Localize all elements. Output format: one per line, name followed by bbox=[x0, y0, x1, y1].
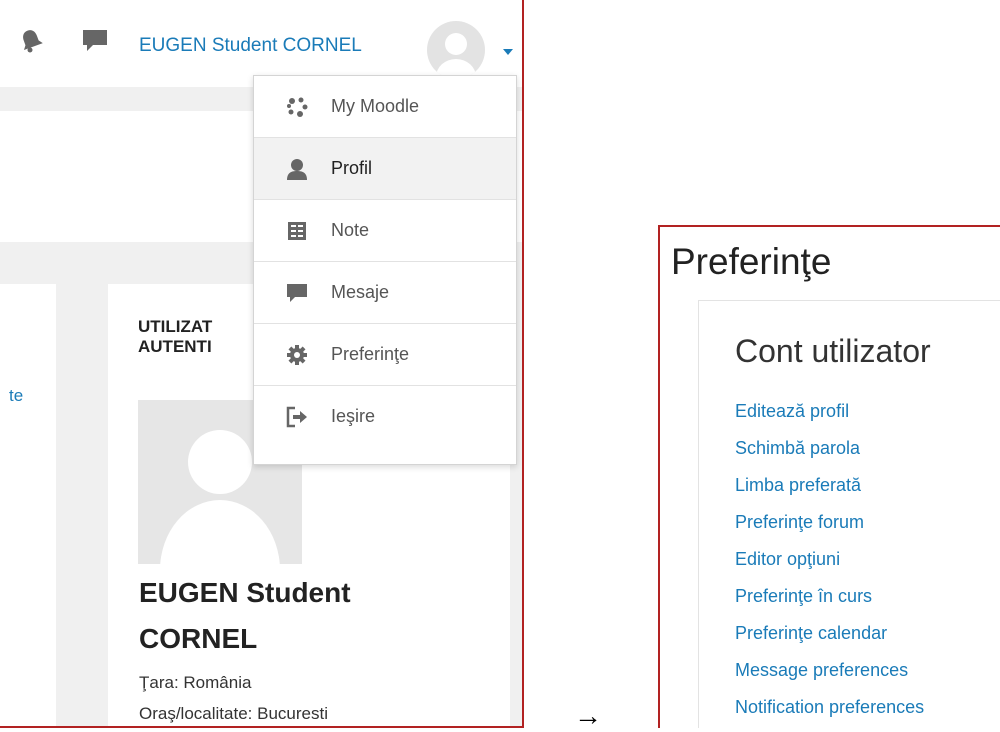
link-editor-preferences[interactable]: Editor opţiuni bbox=[735, 549, 840, 570]
moodle-icon bbox=[286, 96, 308, 118]
top-navbar: EUGEN Student CORNEL bbox=[0, 0, 522, 87]
user-full-name[interactable]: EUGEN Student CORNEL bbox=[139, 570, 351, 662]
user-menu-name[interactable]: EUGEN Student CORNEL bbox=[139, 35, 362, 57]
menu-item-note[interactable]: Note bbox=[254, 200, 516, 262]
user-country: Ţara: România bbox=[139, 673, 252, 692]
menu-item-preferinte[interactable]: Preferinţe bbox=[254, 324, 516, 386]
user-name-line2: CORNEL bbox=[139, 623, 258, 654]
menu-item-label: Ieşire bbox=[331, 406, 376, 426]
logout-icon bbox=[286, 406, 308, 428]
link-message-preferences[interactable]: Message preferences bbox=[735, 660, 908, 681]
link-preferred-language[interactable]: Limba preferată bbox=[735, 475, 861, 496]
block-title-line1: UTILIZAT bbox=[138, 317, 213, 336]
column-gap bbox=[56, 284, 108, 726]
link-change-password[interactable]: Schimbă parola bbox=[735, 438, 860, 459]
block-title: UTILIZAT AUTENTI bbox=[138, 317, 258, 357]
page-title: Preferinţe bbox=[671, 241, 832, 282]
left-block-link[interactable]: te bbox=[9, 386, 23, 406]
left-block bbox=[0, 284, 56, 726]
moodle-dashboard-screenshot: EUGEN Student CORNEL te UTILIZAT AUTENTI… bbox=[0, 0, 524, 728]
link-course-preferences[interactable]: Preferinţe în curs bbox=[735, 586, 872, 607]
caret-down-icon[interactable] bbox=[502, 43, 514, 61]
menu-item-mesaje[interactable]: Mesaje bbox=[254, 262, 516, 324]
gear-icon bbox=[286, 344, 308, 366]
menu-item-iesire[interactable]: Ieşire bbox=[254, 386, 516, 448]
menu-item-profil[interactable]: Profil bbox=[254, 138, 516, 200]
link-calendar-preferences[interactable]: Preferinţe calendar bbox=[735, 623, 887, 644]
block-title-line2: AUTENTI bbox=[138, 337, 212, 356]
user-dropdown-menu: My Moodle Profil Note Mesaje Preferinţe … bbox=[253, 75, 517, 465]
link-forum-preferences[interactable]: Preferinţe forum bbox=[735, 512, 864, 533]
section-title: Cont utilizator bbox=[735, 333, 931, 369]
chat-icon[interactable] bbox=[82, 28, 108, 59]
user-icon bbox=[286, 158, 308, 180]
grades-icon bbox=[286, 220, 308, 242]
bell-icon[interactable] bbox=[19, 28, 43, 59]
user-name-line1: EUGEN Student bbox=[139, 577, 351, 608]
link-notification-preferences[interactable]: Notification preferences bbox=[735, 697, 924, 718]
transition-arrow: → bbox=[574, 700, 602, 731]
user-city: Oraş/localitate: Bucuresti bbox=[139, 704, 328, 723]
preferences-page-screenshot: Preferinţe Cont utilizator Editează prof… bbox=[658, 225, 1000, 728]
menu-item-label: My Moodle bbox=[331, 96, 420, 116]
link-edit-profile[interactable]: Editează profil bbox=[735, 401, 849, 422]
menu-item-label: Preferinţe bbox=[331, 344, 410, 364]
chat-icon bbox=[286, 282, 308, 304]
menu-item-label: Note bbox=[331, 220, 370, 240]
menu-item-label: Profil bbox=[331, 158, 373, 178]
menu-item-my-moodle[interactable]: My Moodle bbox=[254, 76, 516, 138]
menu-item-label: Mesaje bbox=[331, 282, 390, 302]
avatar[interactable] bbox=[427, 21, 485, 79]
